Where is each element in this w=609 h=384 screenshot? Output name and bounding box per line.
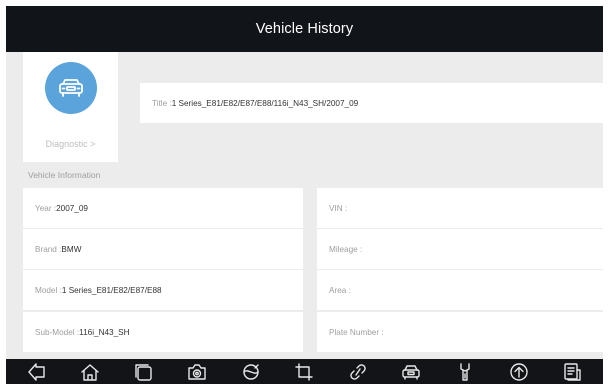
back-icon[interactable] [25,361,49,383]
brand-label: Brand : [35,244,62,254]
brand-value: BMW [61,244,82,254]
tools-icon[interactable] [453,361,477,383]
vehicle-icon[interactable] [399,361,423,383]
model-label: Model : [35,285,62,295]
plate-number-field: Plate Number : [317,312,603,352]
brand-field: Brand : BMW [23,229,303,269]
home-icon[interactable] [78,361,102,383]
page-title: Vehicle History [255,21,354,37]
model-field: Model : 1 Series_E81/E82/E87/E88 [23,270,303,310]
area-label: Area : [329,285,351,295]
year-label: Year : [35,203,57,213]
header-bar: Vehicle History [6,6,603,52]
title-label: Title : [152,98,172,108]
crop-icon[interactable] [292,361,316,383]
browser-icon[interactable] [239,361,263,383]
year-value: 2007_09 [56,203,88,213]
title-value: 1 Series_E81/E82/E87/E88/116i_N43_SH/200… [171,98,359,108]
vin-label: VIN : [329,203,348,213]
sub-model-field: Sub-Model : 116i_N43_SH [23,312,303,352]
diagnostic-link[interactable]: Diagnostic > [23,139,118,149]
sub-model-label: Sub-Model : [35,327,80,337]
report-icon[interactable] [560,361,584,383]
sub-model-value: 116i_N43_SH [79,327,130,337]
screen: Vehicle History Diagnostic > Title : 1 S… [6,6,603,384]
recent-apps-icon[interactable] [132,361,156,383]
model-value: 1 Series_E81/E82/E87/E88 [61,285,162,295]
mileage-label: Mileage : [329,244,363,254]
mileage-field: Mileage : [317,229,603,269]
area-field: Area : [317,270,603,310]
car-icon [45,62,97,114]
bottom-navbar [6,359,603,384]
upload-icon[interactable] [507,361,531,383]
year-field: Year : 2007_09 [23,188,303,228]
vin-field: VIN : [317,188,603,228]
title-field: Title : 1 Series_E81/E82/E87/E88/116i_N4… [140,83,603,123]
diagnostic-card[interactable]: Diagnostic > [23,52,118,162]
link-icon[interactable] [346,361,370,383]
plate-number-label: Plate Number : [329,327,384,337]
camera-icon[interactable] [185,361,209,383]
section-label-vehicle-information: Vehicle Information [28,170,101,180]
